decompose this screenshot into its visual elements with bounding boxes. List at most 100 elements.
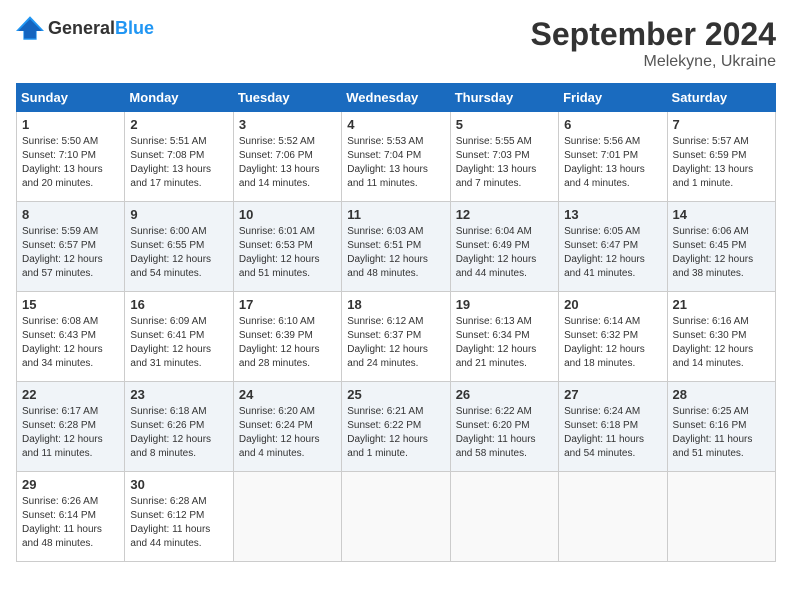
day-number: 28 — [673, 386, 770, 404]
weekday-monday: Monday — [125, 84, 233, 112]
week-row-2: 8Sunrise: 5:59 AMSunset: 6:57 PMDaylight… — [17, 202, 776, 292]
day-cell: 8Sunrise: 5:59 AMSunset: 6:57 PMDaylight… — [17, 202, 125, 292]
day-cell: 29Sunrise: 6:26 AMSunset: 6:14 PMDayligh… — [17, 472, 125, 562]
day-cell — [342, 472, 450, 562]
day-info: Sunrise: 6:00 AMSunset: 6:55 PMDaylight:… — [130, 225, 227, 281]
day-cell: 2Sunrise: 5:51 AMSunset: 7:08 PMDaylight… — [125, 112, 233, 202]
day-cell: 7Sunrise: 5:57 AMSunset: 6:59 PMDaylight… — [667, 112, 775, 202]
day-info: Sunrise: 5:59 AMSunset: 6:57 PMDaylight:… — [22, 225, 119, 281]
day-number: 29 — [22, 476, 119, 494]
day-number: 4 — [347, 116, 444, 134]
month-title: September 2024 — [531, 16, 776, 53]
day-number: 14 — [673, 206, 770, 224]
day-info: Sunrise: 6:04 AMSunset: 6:49 PMDaylight:… — [456, 225, 553, 281]
day-info: Sunrise: 6:06 AMSunset: 6:45 PMDaylight:… — [673, 225, 770, 281]
day-number: 26 — [456, 386, 553, 404]
day-cell — [450, 472, 558, 562]
calendar-table: SundayMondayTuesdayWednesdayThursdayFrid… — [16, 83, 776, 562]
day-cell: 22Sunrise: 6:17 AMSunset: 6:28 PMDayligh… — [17, 382, 125, 472]
day-info: Sunrise: 6:03 AMSunset: 6:51 PMDaylight:… — [347, 225, 444, 281]
weekday-friday: Friday — [559, 84, 667, 112]
day-number: 23 — [130, 386, 227, 404]
logo: GeneralBlue — [16, 16, 154, 40]
weekday-wednesday: Wednesday — [342, 84, 450, 112]
day-number: 5 — [456, 116, 553, 134]
day-number: 11 — [347, 206, 444, 224]
day-number: 6 — [564, 116, 661, 134]
day-info: Sunrise: 6:09 AMSunset: 6:41 PMDaylight:… — [130, 315, 227, 371]
day-info: Sunrise: 6:26 AMSunset: 6:14 PMDaylight:… — [22, 495, 119, 551]
day-cell: 26Sunrise: 6:22 AMSunset: 6:20 PMDayligh… — [450, 382, 558, 472]
day-number: 19 — [456, 296, 553, 314]
day-number: 9 — [130, 206, 227, 224]
day-cell: 10Sunrise: 6:01 AMSunset: 6:53 PMDayligh… — [233, 202, 341, 292]
day-info: Sunrise: 5:50 AMSunset: 7:10 PMDaylight:… — [22, 135, 119, 191]
day-info: Sunrise: 5:55 AMSunset: 7:03 PMDaylight:… — [456, 135, 553, 191]
day-info: Sunrise: 6:20 AMSunset: 6:24 PMDaylight:… — [239, 405, 336, 461]
day-cell: 9Sunrise: 6:00 AMSunset: 6:55 PMDaylight… — [125, 202, 233, 292]
day-cell: 21Sunrise: 6:16 AMSunset: 6:30 PMDayligh… — [667, 292, 775, 382]
day-info: Sunrise: 6:21 AMSunset: 6:22 PMDaylight:… — [347, 405, 444, 461]
day-info: Sunrise: 6:12 AMSunset: 6:37 PMDaylight:… — [347, 315, 444, 371]
day-number: 27 — [564, 386, 661, 404]
day-number: 25 — [347, 386, 444, 404]
day-number: 17 — [239, 296, 336, 314]
day-info: Sunrise: 6:14 AMSunset: 6:32 PMDaylight:… — [564, 315, 661, 371]
weekday-thursday: Thursday — [450, 84, 558, 112]
page-header: GeneralBlue September 2024 Melekyne, Ukr… — [16, 16, 776, 71]
day-number: 21 — [673, 296, 770, 314]
day-cell: 11Sunrise: 6:03 AMSunset: 6:51 PMDayligh… — [342, 202, 450, 292]
day-info: Sunrise: 6:01 AMSunset: 6:53 PMDaylight:… — [239, 225, 336, 281]
day-number: 18 — [347, 296, 444, 314]
day-cell: 14Sunrise: 6:06 AMSunset: 6:45 PMDayligh… — [667, 202, 775, 292]
logo-blue: Blue — [115, 18, 154, 38]
logo-general: General — [48, 18, 115, 38]
day-cell: 28Sunrise: 6:25 AMSunset: 6:16 PMDayligh… — [667, 382, 775, 472]
day-cell: 19Sunrise: 6:13 AMSunset: 6:34 PMDayligh… — [450, 292, 558, 382]
day-number: 3 — [239, 116, 336, 134]
day-info: Sunrise: 5:57 AMSunset: 6:59 PMDaylight:… — [673, 135, 770, 191]
day-cell: 16Sunrise: 6:09 AMSunset: 6:41 PMDayligh… — [125, 292, 233, 382]
day-number: 13 — [564, 206, 661, 224]
day-info: Sunrise: 6:24 AMSunset: 6:18 PMDaylight:… — [564, 405, 661, 461]
day-info: Sunrise: 6:18 AMSunset: 6:26 PMDaylight:… — [130, 405, 227, 461]
day-cell: 12Sunrise: 6:04 AMSunset: 6:49 PMDayligh… — [450, 202, 558, 292]
day-cell: 23Sunrise: 6:18 AMSunset: 6:26 PMDayligh… — [125, 382, 233, 472]
day-cell: 13Sunrise: 6:05 AMSunset: 6:47 PMDayligh… — [559, 202, 667, 292]
day-number: 12 — [456, 206, 553, 224]
weekday-header-row: SundayMondayTuesdayWednesdayThursdayFrid… — [17, 84, 776, 112]
day-info: Sunrise: 6:08 AMSunset: 6:43 PMDaylight:… — [22, 315, 119, 371]
title-block: September 2024 Melekyne, Ukraine — [531, 16, 776, 71]
week-row-3: 15Sunrise: 6:08 AMSunset: 6:43 PMDayligh… — [17, 292, 776, 382]
day-cell: 25Sunrise: 6:21 AMSunset: 6:22 PMDayligh… — [342, 382, 450, 472]
day-number: 22 — [22, 386, 119, 404]
day-info: Sunrise: 6:10 AMSunset: 6:39 PMDaylight:… — [239, 315, 336, 371]
day-info: Sunrise: 5:56 AMSunset: 7:01 PMDaylight:… — [564, 135, 661, 191]
day-info: Sunrise: 5:52 AMSunset: 7:06 PMDaylight:… — [239, 135, 336, 191]
day-info: Sunrise: 6:16 AMSunset: 6:30 PMDaylight:… — [673, 315, 770, 371]
day-cell: 24Sunrise: 6:20 AMSunset: 6:24 PMDayligh… — [233, 382, 341, 472]
day-number: 16 — [130, 296, 227, 314]
day-number: 8 — [22, 206, 119, 224]
day-number: 24 — [239, 386, 336, 404]
weekday-sunday: Sunday — [17, 84, 125, 112]
day-cell: 27Sunrise: 6:24 AMSunset: 6:18 PMDayligh… — [559, 382, 667, 472]
day-cell: 5Sunrise: 5:55 AMSunset: 7:03 PMDaylight… — [450, 112, 558, 202]
day-number: 1 — [22, 116, 119, 134]
day-info: Sunrise: 6:25 AMSunset: 6:16 PMDaylight:… — [673, 405, 770, 461]
day-info: Sunrise: 5:51 AMSunset: 7:08 PMDaylight:… — [130, 135, 227, 191]
day-cell: 17Sunrise: 6:10 AMSunset: 6:39 PMDayligh… — [233, 292, 341, 382]
day-number: 15 — [22, 296, 119, 314]
day-cell: 6Sunrise: 5:56 AMSunset: 7:01 PMDaylight… — [559, 112, 667, 202]
day-info: Sunrise: 6:28 AMSunset: 6:12 PMDaylight:… — [130, 495, 227, 551]
day-cell: 30Sunrise: 6:28 AMSunset: 6:12 PMDayligh… — [125, 472, 233, 562]
day-number: 20 — [564, 296, 661, 314]
day-cell: 15Sunrise: 6:08 AMSunset: 6:43 PMDayligh… — [17, 292, 125, 382]
logo-icon — [16, 16, 44, 40]
weekday-tuesday: Tuesday — [233, 84, 341, 112]
weekday-saturday: Saturday — [667, 84, 775, 112]
day-info: Sunrise: 6:17 AMSunset: 6:28 PMDaylight:… — [22, 405, 119, 461]
location-title: Melekyne, Ukraine — [531, 53, 776, 71]
day-info: Sunrise: 5:53 AMSunset: 7:04 PMDaylight:… — [347, 135, 444, 191]
day-cell — [667, 472, 775, 562]
